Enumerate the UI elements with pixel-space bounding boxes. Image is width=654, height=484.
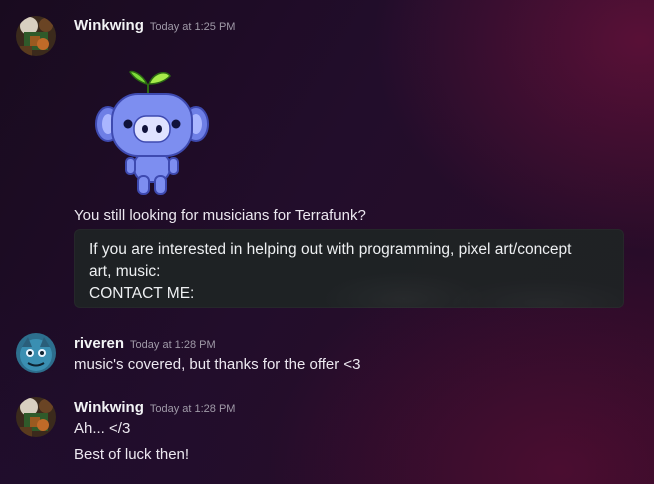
- embed-line: art, music:: [89, 263, 161, 280]
- message-header: riveren Today at 1:28 PM: [74, 335, 216, 353]
- timestamp: Today at 1:25 PM: [149, 21, 236, 33]
- timestamp: Today at 1:28 PM: [149, 403, 236, 415]
- username[interactable]: riveren: [74, 335, 124, 352]
- message-text: You still looking for musicians for Terr…: [74, 207, 366, 224]
- winkwing-avatar[interactable]: [16, 397, 56, 437]
- message-text: Best of luck then!: [74, 446, 190, 463]
- message-text: Ah... </3: [74, 420, 131, 437]
- riveren-avatar[interactable]: [16, 333, 56, 373]
- winkwing-avatar[interactable]: [16, 16, 56, 56]
- username[interactable]: Winkwing: [74, 17, 144, 34]
- timestamp: Today at 1:28 PM: [130, 339, 216, 351]
- message-header: Winkwing Today at 1:28 PM: [74, 399, 235, 417]
- wumpus-sprout-sticker[interactable]: [92, 66, 216, 198]
- embed-card: If you are interested in helping out wit…: [74, 229, 624, 308]
- username[interactable]: Winkwing: [74, 399, 144, 416]
- embed-line: If you are interested in helping out wit…: [89, 241, 572, 258]
- embed-line: CONTACT ME:: [89, 285, 195, 302]
- message-text: music's covered, but thanks for the offe…: [74, 356, 361, 373]
- message-header: Winkwing Today at 1:25 PM: [74, 17, 235, 35]
